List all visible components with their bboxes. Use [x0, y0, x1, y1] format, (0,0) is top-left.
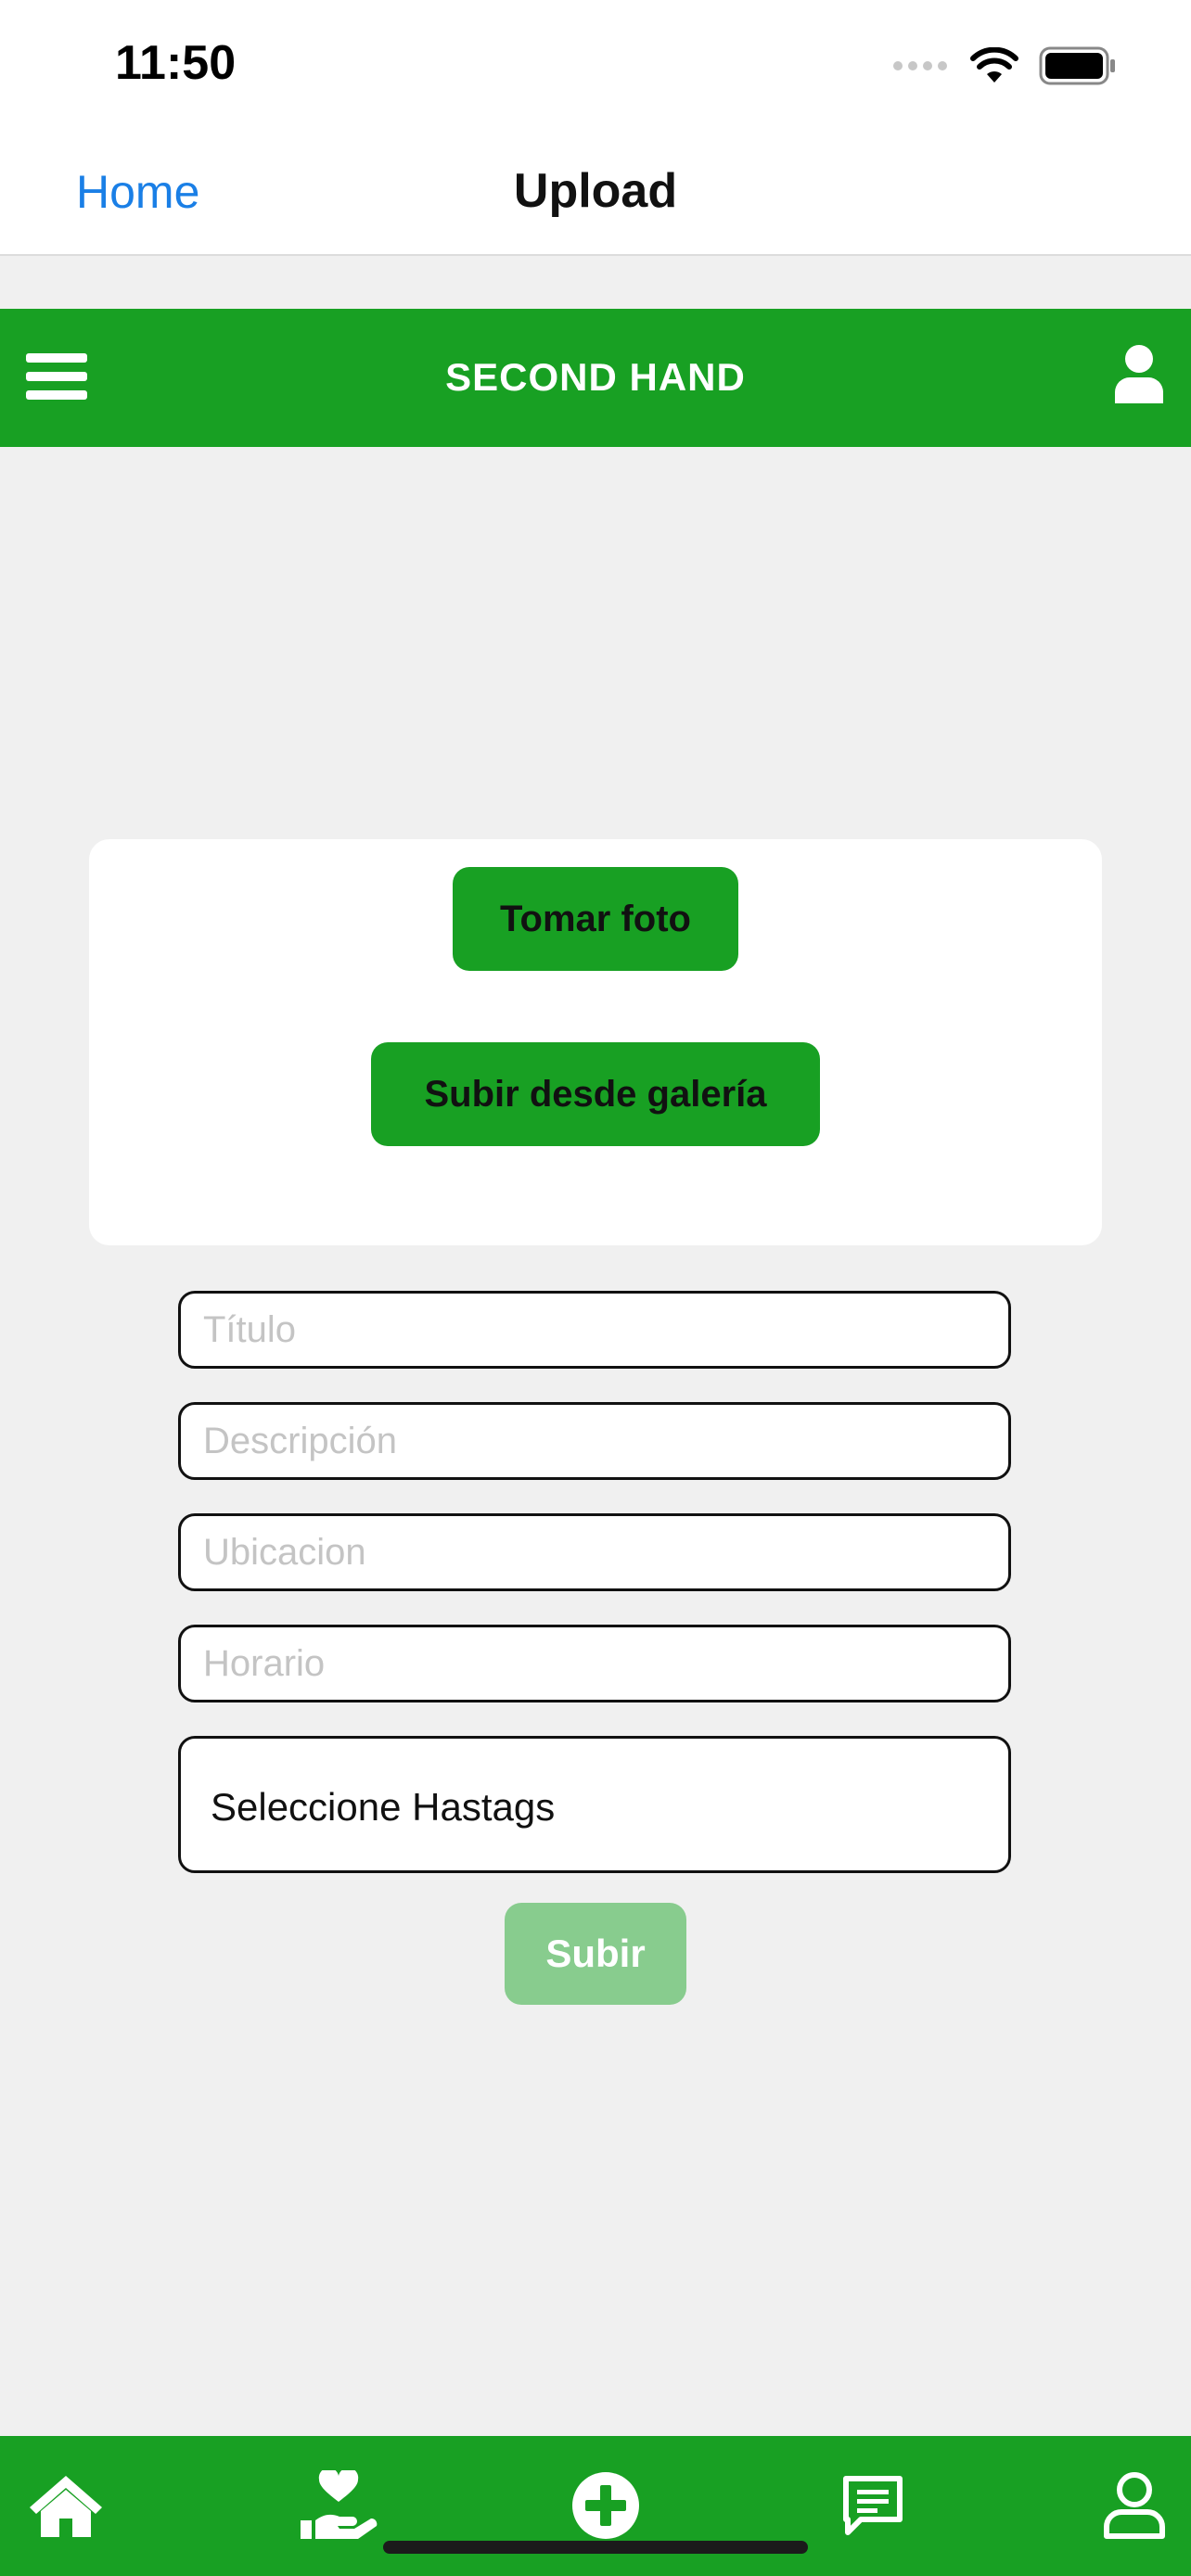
- take-photo-button[interactable]: Tomar foto: [453, 867, 738, 971]
- home-icon[interactable]: [24, 2464, 108, 2547]
- schedule-input[interactable]: [181, 1627, 1008, 1700]
- location-input[interactable]: [181, 1516, 1008, 1588]
- upload-from-gallery-button[interactable]: Subir desde galería: [371, 1042, 820, 1146]
- status-time: 11:50: [115, 36, 237, 90]
- photo-card: Tomar foto Subir desde galería: [89, 839, 1102, 1245]
- home-indicator: [383, 2541, 808, 2554]
- user-icon[interactable]: [1113, 344, 1165, 410]
- wifi-icon: [970, 47, 1018, 83]
- add-circle-icon[interactable]: [564, 2464, 647, 2547]
- page-title: Upload: [513, 164, 678, 218]
- app-header: SECOND HAND: [0, 309, 1191, 447]
- schedule-field: [178, 1625, 1011, 1702]
- profile-icon[interactable]: [1093, 2464, 1176, 2547]
- description-input[interactable]: [181, 1405, 1008, 1477]
- submit-button[interactable]: Subir: [505, 1903, 686, 2005]
- cellular-signal-icon: [893, 61, 947, 70]
- battery-icon: [1039, 46, 1115, 85]
- hashtags-selector[interactable]: Seleccione Hastags: [178, 1736, 1011, 1873]
- status-bar: 11:50: [0, 0, 1191, 130]
- navigation-bar: Home Upload: [0, 130, 1191, 256]
- donate-heart-hand-icon[interactable]: [297, 2464, 380, 2547]
- chat-icon[interactable]: [831, 2464, 915, 2547]
- description-field: [178, 1402, 1011, 1480]
- status-icons: [892, 46, 1117, 85]
- title-field: [178, 1291, 1011, 1369]
- bottom-tab-bar: [0, 2436, 1191, 2576]
- location-field: [178, 1513, 1011, 1591]
- title-input[interactable]: [181, 1294, 1008, 1366]
- brand-title: SECOND HAND: [445, 355, 746, 399]
- hashtags-label: Seleccione Hastags: [211, 1785, 556, 1829]
